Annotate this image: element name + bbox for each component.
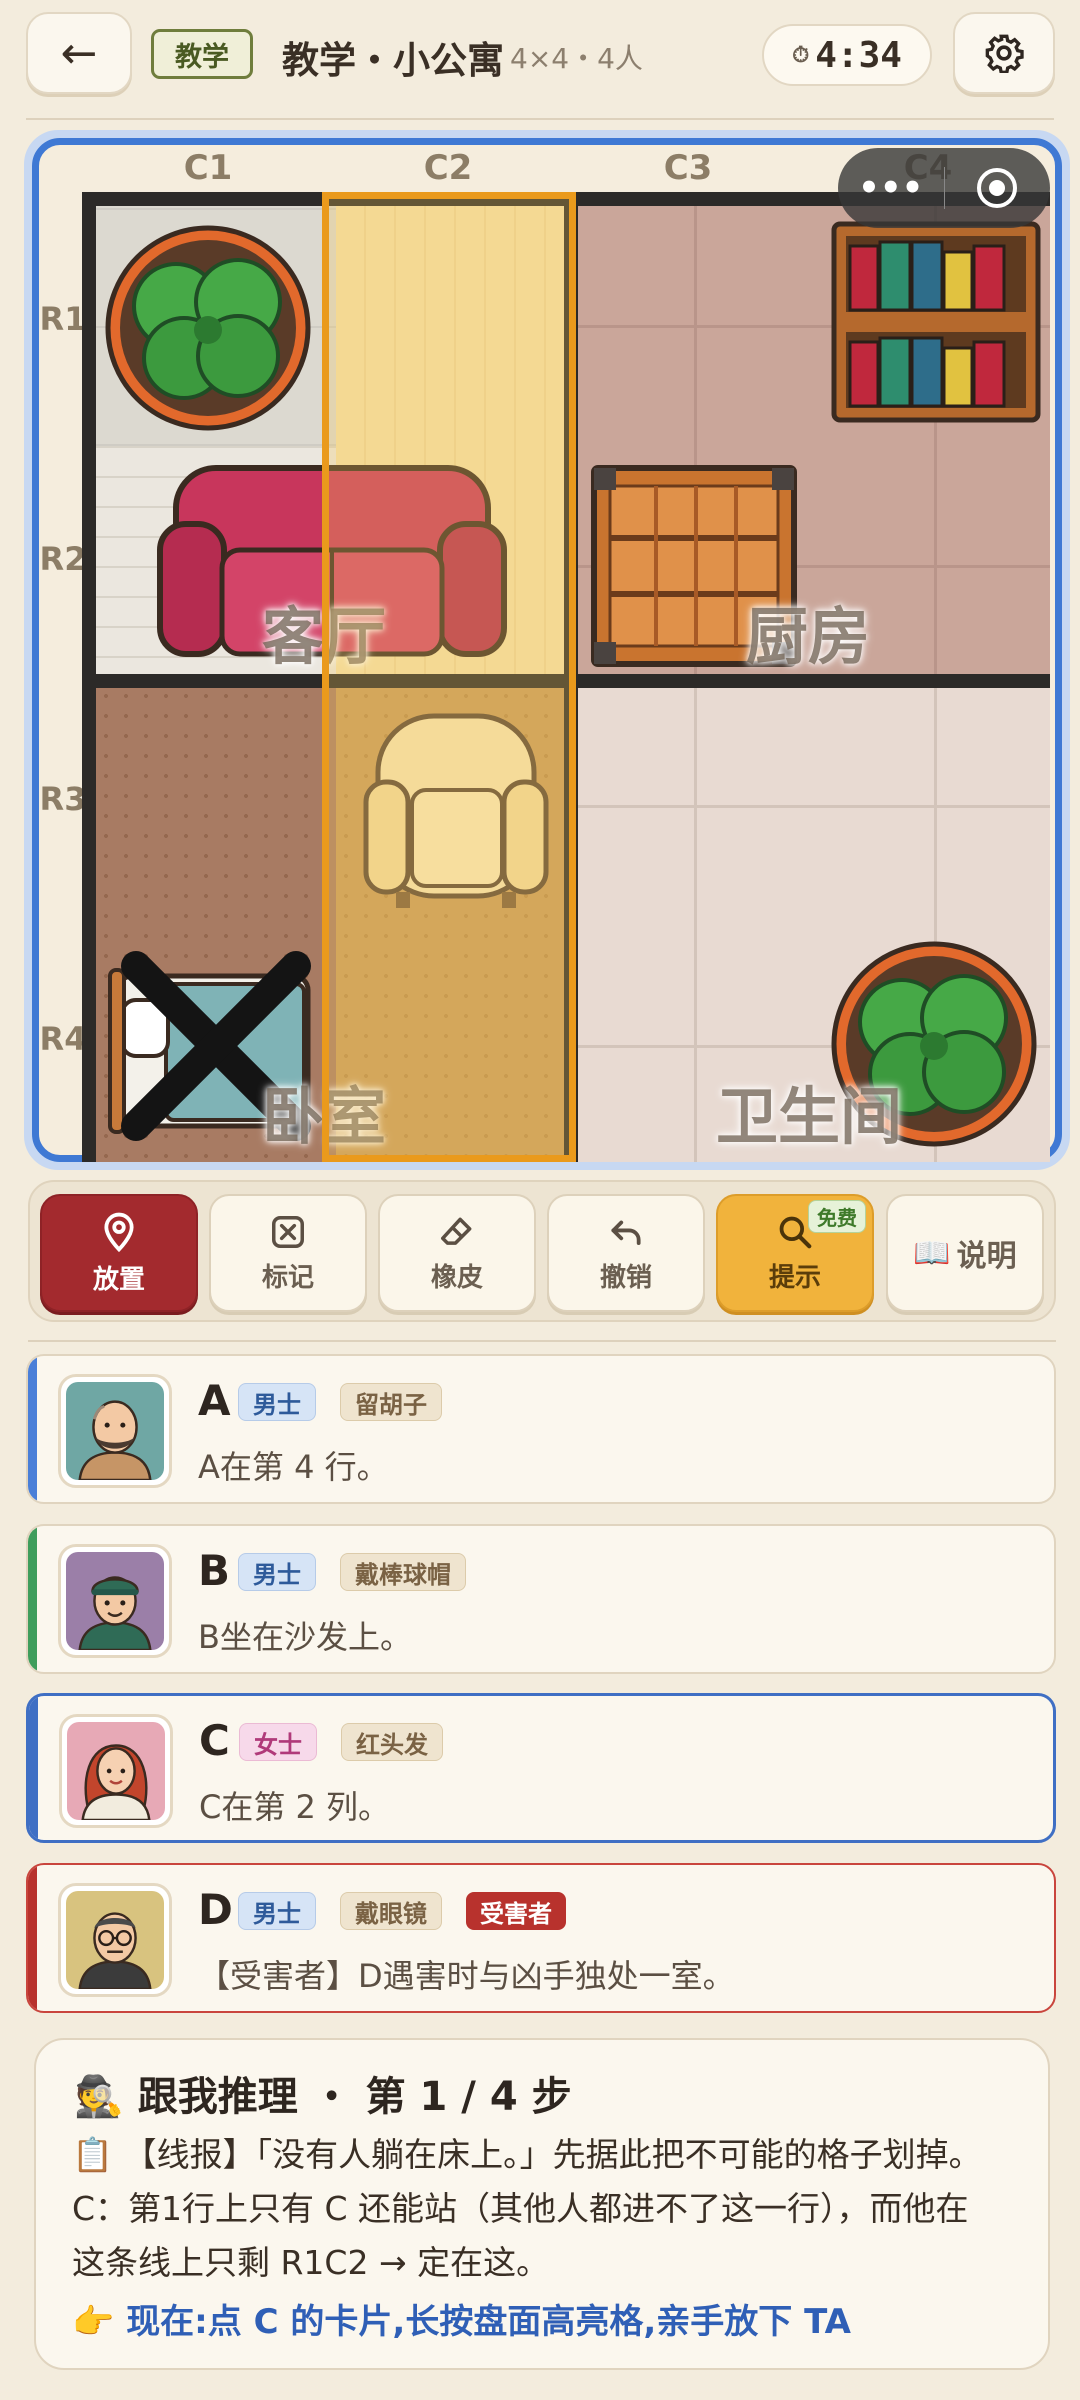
cell-r1c4[interactable] xyxy=(816,206,1050,446)
book-icon: 📖 xyxy=(913,1235,951,1271)
gender-badge: 女士 xyxy=(239,1723,317,1761)
trait-badge: 留胡子 xyxy=(340,1383,442,1421)
gender-badge: 男士 xyxy=(238,1383,316,1421)
header-divider xyxy=(26,118,1054,120)
page-title: 教学・小公寓 xyxy=(282,39,504,82)
column-label-c2: C2 xyxy=(423,148,473,188)
suspect-card-d[interactable]: D 男士 戴眼镜 受害者 【受害者】D遇害时与凶手独处一室。 xyxy=(26,1863,1056,2013)
suspect-name: C xyxy=(199,1716,230,1765)
column-label-c1: C1 xyxy=(183,148,233,188)
eraser-tool-button[interactable]: 橡皮 xyxy=(378,1194,536,1312)
close-miniprogram-button[interactable] xyxy=(945,166,1051,210)
cell-r3c4[interactable] xyxy=(816,686,1050,926)
suspect-clue: B坐在沙发上。 xyxy=(198,1618,412,1656)
detective-icon: 🕵 xyxy=(74,2074,124,2120)
walkthrough-title: 🕵 跟我推理 ・ 第 1 / 4 步 xyxy=(74,2064,572,2122)
gender-badge: 男士 xyxy=(238,1553,316,1591)
undo-label: 撤销 xyxy=(599,1262,652,1293)
tool-bar: 放置 标记 橡皮 撤销 免费 提示 📖 说明 xyxy=(28,1180,1056,1322)
back-button[interactable]: ← xyxy=(26,12,132,94)
toolbar-divider xyxy=(28,1340,1056,1342)
suspect-clue: C在第 2 列。 xyxy=(199,1788,391,1826)
gear-icon xyxy=(985,34,1024,73)
row-label-r3: R3 xyxy=(39,780,87,818)
bearded-man-avatar-icon xyxy=(66,1382,164,1480)
card-stripe xyxy=(28,1356,37,1502)
walkthrough-step: 跟我推理 ・ 第 1 / 4 步 xyxy=(137,2074,572,2120)
avatar xyxy=(58,1883,172,1997)
reasoning-line: C：第1行上只有 C 还能站（其他人都进不了这一行），而他在 xyxy=(72,2189,969,2228)
cell-r3c3[interactable] xyxy=(576,686,816,926)
suspect-name: D xyxy=(198,1885,233,1934)
walkthrough-action[interactable]: 👉 现在:点 C 的卡片,长按盘面高亮格,亲手放下 TA xyxy=(72,2294,851,2343)
explain-button[interactable]: 📖 说明 xyxy=(886,1194,1044,1312)
timer: ⏱ 4:34 xyxy=(762,24,932,86)
bookshelf-icon xyxy=(831,221,1041,423)
cell-r1c1[interactable] xyxy=(96,206,336,446)
avatar xyxy=(58,1544,172,1658)
card-stripe xyxy=(29,1696,38,1840)
pointing-hand-icon: 👉 xyxy=(72,2302,115,2342)
timer-value: 4:34 xyxy=(815,34,902,76)
suspect-clue: A在第 4 行。 xyxy=(198,1448,389,1486)
row-label-r1: R1 xyxy=(39,300,87,338)
walkthrough-panel: 🕵 跟我推理 ・ 第 1 / 4 步 📋 【线报】「没有人躺在床上。」先据此把不… xyxy=(34,2038,1050,2370)
room-label-kitchen: 厨房 xyxy=(746,600,871,673)
place-tool-button[interactable]: 放置 xyxy=(40,1194,198,1312)
cap-man-avatar-icon xyxy=(66,1552,164,1650)
cell-r1c3[interactable] xyxy=(576,206,816,446)
free-badge: 免费 xyxy=(808,1200,866,1233)
card-stripe xyxy=(28,1526,37,1672)
victim-badge: 受害者 xyxy=(466,1892,566,1930)
hint-label: 提示 xyxy=(768,1262,821,1293)
avatar xyxy=(58,1374,172,1488)
trait-badge: 戴眼镜 xyxy=(340,1892,442,1930)
suspect-name: A xyxy=(198,1376,231,1425)
suspect-card-c[interactable]: C 女士 红头发 C在第 2 列。 xyxy=(26,1693,1056,1843)
potted-plant-icon xyxy=(105,225,311,431)
stopwatch-icon: ⏱ xyxy=(792,42,810,68)
more-menu-button[interactable]: ••• xyxy=(838,168,944,208)
action-text: 现在:点 C 的卡片,长按盘面高亮格,亲手放下 TA xyxy=(126,2302,851,2342)
trait-badge: 戴棒球帽 xyxy=(340,1553,466,1591)
mark-tool-button[interactable]: 标记 xyxy=(209,1194,367,1312)
eraser-tool-label: 橡皮 xyxy=(430,1262,483,1293)
suspect-clue: 【受害者】D遇害时与凶手独处一室。 xyxy=(198,1957,735,1995)
place-tool-label: 放置 xyxy=(92,1264,145,1295)
undo-icon xyxy=(611,1220,641,1245)
trait-badge: 红头发 xyxy=(341,1723,443,1761)
x-box-icon xyxy=(272,1215,304,1248)
mark-tool-label: 标记 xyxy=(261,1262,314,1293)
hint-button[interactable]: 免费 提示 xyxy=(716,1194,874,1312)
walkthrough-text: 📋 【线报】「没有人躺在床上。」先据此把不可能的格子划掉。 C：第1行上只有 C… xyxy=(72,2128,1032,2290)
gender-badge: 男士 xyxy=(238,1892,316,1930)
miniprogram-capsule: ••• xyxy=(838,148,1050,228)
back-arrow-icon: ← xyxy=(60,27,98,79)
explain-label: 说明 xyxy=(956,1239,1017,1274)
avatar xyxy=(59,1714,173,1828)
column-label-c3: C3 xyxy=(663,148,713,188)
clue-line: 【线报】「没有人躺在床上。」先据此把不可能的格子划掉。 xyxy=(123,2135,982,2174)
row-label-r4: R4 xyxy=(39,1020,87,1058)
clipboard-icon: 📋 xyxy=(72,2135,114,2174)
reasoning-line: 这条线上只剩 R1C2 → 定在这。 xyxy=(72,2243,550,2282)
suspect-name: B xyxy=(198,1546,231,1595)
eraser-icon xyxy=(441,1217,472,1245)
glasses-man-avatar-icon xyxy=(66,1891,164,1989)
red-hair-woman-avatar-icon xyxy=(67,1722,165,1820)
target-close-icon xyxy=(977,168,1018,208)
row-label-r2: R2 xyxy=(39,540,87,578)
room-label-bathroom: 卫生间 xyxy=(716,1080,903,1153)
puzzle-size: 4×4・4人 xyxy=(510,42,643,75)
card-stripe xyxy=(28,1865,37,2011)
location-pin-icon xyxy=(104,1212,134,1252)
tutorial-tag: 教学 xyxy=(151,29,253,79)
settings-button[interactable] xyxy=(953,12,1055,94)
suspect-card-a[interactable]: A 男士 留胡子 A在第 4 行。 xyxy=(26,1354,1056,1504)
undo-button[interactable]: 撤销 xyxy=(547,1194,705,1312)
highlighted-column[interactable] xyxy=(322,192,576,1162)
suspect-card-b[interactable]: B 男士 戴棒球帽 B坐在沙发上。 xyxy=(26,1524,1056,1674)
header: ← 教学 教学・小公寓 4×4・4人 ⏱ 4:34 xyxy=(0,0,1080,118)
cell-r3c1[interactable] xyxy=(96,686,336,926)
